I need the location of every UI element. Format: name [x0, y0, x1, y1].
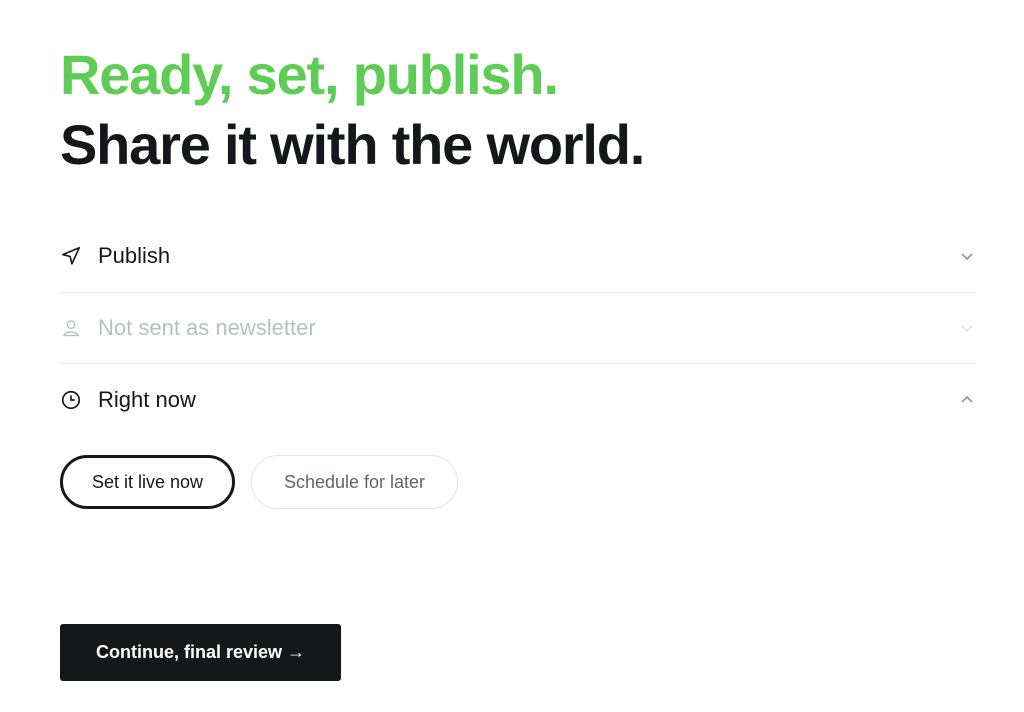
continue-final-review-button[interactable]: Continue, final review → [60, 624, 341, 681]
user-icon [60, 317, 82, 339]
schedule-later-button[interactable]: Schedule for later [251, 455, 458, 509]
newsletter-label: Not sent as newsletter [98, 315, 316, 340]
chevron-up-icon[interactable] [958, 391, 976, 409]
publish-time-setting[interactable]: Right now [60, 364, 976, 436]
clock-icon [60, 389, 82, 411]
chevron-down-icon[interactable] [958, 319, 976, 337]
publish-type-label: Publish [98, 243, 171, 268]
publish-time-options: Set it live now Schedule for later [60, 455, 458, 509]
publish-time-label: Right now [98, 387, 196, 412]
set-live-now-button[interactable]: Set it live now [60, 455, 235, 509]
headline-secondary: Share it with the world. [60, 113, 645, 176]
headline-primary: Ready, set, publish. [60, 43, 559, 106]
publish-type-setting[interactable]: Publish [60, 220, 976, 292]
chevron-down-icon[interactable] [958, 247, 976, 265]
send-arrow-icon [60, 245, 82, 267]
newsletter-setting[interactable]: Not sent as newsletter [60, 292, 976, 364]
